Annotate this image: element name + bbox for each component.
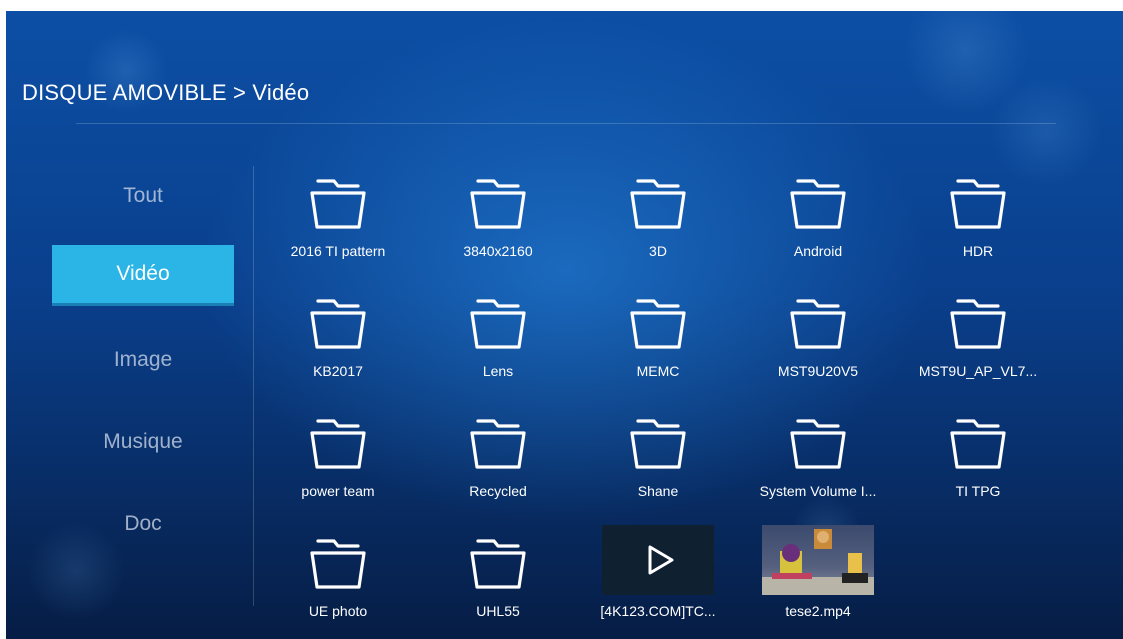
folder-item[interactable]: MEMC	[588, 287, 728, 397]
folder-icon	[468, 539, 528, 591]
folder-icon	[468, 419, 528, 471]
file-item[interactable]: [4K123.COM]TC...	[588, 525, 728, 637]
folder-item[interactable]: power team	[268, 407, 408, 517]
item-label: Android	[793, 243, 843, 259]
folder-item[interactable]: MST9U20V5	[748, 287, 888, 397]
folder-item[interactable]: 2016 TI pattern	[268, 167, 408, 277]
item-label: MST9U20V5	[777, 363, 859, 379]
play-icon	[602, 525, 714, 595]
folder-icon	[788, 299, 848, 351]
folder-icon	[308, 179, 368, 231]
sidebar-item-label: Image	[113, 348, 173, 371]
folder-item[interactable]: MST9U_AP_VL7...	[908, 287, 1048, 397]
item-label: 3840x2160	[463, 243, 533, 259]
folder-item[interactable]: TI TPG	[908, 407, 1048, 517]
file-grid: 2016 TI pattern 3840x2160 3D Android HDR KB20…	[256, 161, 1116, 631]
folder-icon	[468, 299, 528, 351]
folder-item[interactable]: Lens	[428, 287, 568, 397]
folder-item[interactable]: UHL55	[428, 527, 568, 637]
category-sidebar: Tout Vidéo Image Musique Doc	[6, 161, 256, 621]
item-label: HDR	[962, 243, 994, 259]
sidebar-item-tout[interactable]: Tout	[52, 167, 234, 225]
item-label: 3D	[649, 243, 667, 259]
folder-item[interactable]: Android	[748, 167, 888, 277]
folder-icon	[628, 299, 688, 351]
item-label: [4K123.COM]TC...	[600, 603, 716, 619]
folder-item[interactable]: HDR	[908, 167, 1048, 277]
folder-icon	[628, 419, 688, 471]
folder-icon	[948, 179, 1008, 231]
folder-item[interactable]: System Volume I...	[748, 407, 888, 517]
sidebar-item-label: Tout	[123, 184, 163, 207]
item-label: Shane	[637, 483, 679, 499]
item-label: tese2.mp4	[785, 603, 851, 619]
header-divider	[76, 123, 1056, 124]
folder-icon	[788, 419, 848, 471]
folder-icon	[788, 179, 848, 231]
sidebar-item-image[interactable]: Image	[52, 331, 234, 389]
folder-icon	[468, 179, 528, 231]
breadcrumb: DISQUE AMOVIBLE > Vidéo	[22, 80, 310, 105]
item-label: TI TPG	[955, 483, 1001, 499]
sidebar-item-label: Vidéo	[116, 262, 170, 285]
media-browser-screen: DISQUE AMOVIBLE > Vidéo Tout Vidéo Image…	[6, 11, 1123, 639]
folder-item[interactable]: KB2017	[268, 287, 408, 397]
item-label: MST9U_AP_VL7...	[918, 363, 1038, 379]
folder-icon	[948, 299, 1008, 351]
item-label: MEMC	[636, 363, 680, 379]
item-label: KB2017	[313, 363, 363, 379]
folder-icon	[308, 419, 368, 471]
folder-icon	[308, 299, 368, 351]
file-item[interactable]: tese2.mp4	[748, 525, 888, 637]
folder-item[interactable]: UE photo	[268, 527, 408, 637]
folder-item[interactable]: Recycled	[428, 407, 568, 517]
item-label: UHL55	[476, 603, 520, 619]
sidebar-divider	[253, 166, 254, 606]
sidebar-item-video[interactable]: Vidéo	[52, 245, 234, 303]
folder-icon	[948, 419, 1008, 471]
folder-item[interactable]: 3D	[588, 167, 728, 277]
item-label: UE photo	[308, 603, 368, 619]
sidebar-item-label: Doc	[124, 512, 162, 535]
video-thumbnail	[762, 525, 874, 595]
item-label: Recycled	[469, 483, 527, 499]
sidebar-item-musique[interactable]: Musique	[52, 413, 234, 471]
folder-icon	[628, 179, 688, 231]
item-label: power team	[301, 483, 375, 499]
folder-item[interactable]: Shane	[588, 407, 728, 517]
item-label: Lens	[482, 363, 514, 379]
sidebar-item-label: Musique	[103, 430, 183, 453]
item-label: 2016 TI pattern	[290, 243, 386, 259]
folder-icon	[308, 539, 368, 591]
item-label: System Volume I...	[759, 483, 877, 499]
sidebar-item-doc[interactable]: Doc	[52, 495, 234, 553]
folder-item[interactable]: 3840x2160	[428, 167, 568, 277]
